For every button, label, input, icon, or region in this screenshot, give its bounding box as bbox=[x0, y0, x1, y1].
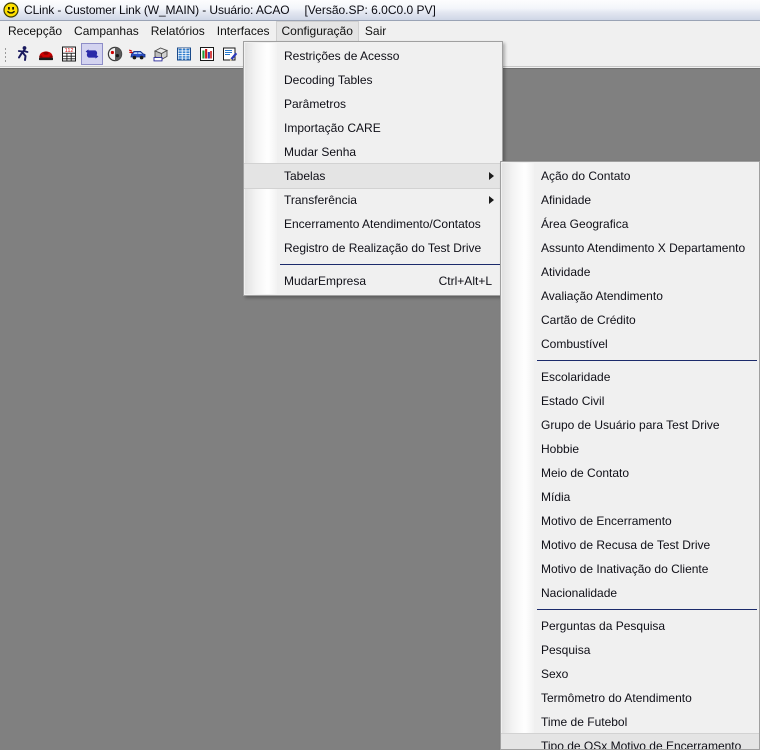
menu-bar: Recepção Campanhas Relatórios Interfaces… bbox=[0, 21, 760, 41]
menu-item-label: Perguntas da Pesquisa bbox=[541, 619, 666, 633]
grid-table-icon[interactable] bbox=[173, 43, 195, 65]
menu-item-label: Mudar Senha bbox=[284, 145, 357, 159]
menu-item-sexo[interactable]: Sexo bbox=[501, 662, 759, 686]
menu-item-label: Afinidade bbox=[541, 193, 592, 207]
menu-separator bbox=[537, 360, 757, 361]
menu-item-tipo-de-os-x-motivo-de-encerramento[interactable]: Tipo de OSx Motivo de Encerramento bbox=[501, 733, 759, 750]
smiley-face-icon bbox=[3, 2, 19, 18]
menu-item-label: MudarEmpresa bbox=[284, 274, 367, 288]
menu-item-label: Nacionalidade bbox=[541, 586, 618, 600]
menu-item-hobbie[interactable]: Hobbie bbox=[501, 437, 759, 461]
menu-separator bbox=[537, 609, 757, 610]
menu-item-label: Termômetro do Atendimento bbox=[541, 691, 692, 705]
calculator-icon[interactable]: 1 1 2 bbox=[58, 43, 80, 65]
tabelas-submenu: Ação do Contato Afinidade Área Geografic… bbox=[500, 161, 760, 750]
car-icon[interactable] bbox=[127, 43, 149, 65]
menu-separator bbox=[280, 264, 500, 265]
menu-item-afinidade[interactable]: Afinidade bbox=[501, 188, 759, 212]
menu-item-motivo-de-encerramento[interactable]: Motivo de Encerramento bbox=[501, 509, 759, 533]
menu-item-label: Área Geografica bbox=[541, 217, 629, 231]
menu-item-combustivel[interactable]: Combustível bbox=[501, 332, 759, 356]
menu-item-estado-civil[interactable]: Estado Civil bbox=[501, 389, 759, 413]
menu-item-label: Motivo de Inativação do Cliente bbox=[541, 562, 709, 576]
menu-item-label: Combustível bbox=[541, 337, 608, 351]
menu-item-time-de-futebol[interactable]: Time de Futebol bbox=[501, 710, 759, 734]
refresh-cycle-icon[interactable] bbox=[81, 42, 103, 65]
menu-item-acao-do-contato[interactable]: Ação do Contato bbox=[501, 164, 759, 188]
menu-item-midia[interactable]: Mídia bbox=[501, 485, 759, 509]
menu-item-label: Pesquisa bbox=[541, 643, 591, 657]
menu-item-area-geografica[interactable]: Área Geografica bbox=[501, 212, 759, 236]
menu-item-label: Parâmetros bbox=[284, 97, 347, 111]
menu-item-label: Importação CARE bbox=[284, 121, 381, 135]
menu-item-label: Assunto Atendimento X Departamento bbox=[541, 241, 746, 255]
no-entry-sign-icon[interactable] bbox=[104, 43, 126, 65]
chevron-right-icon bbox=[489, 172, 494, 180]
menu-item-termometro-do-atendimento[interactable]: Termômetro do Atendimento bbox=[501, 686, 759, 710]
menu-item-encerramento-atendimento-contatos[interactable]: Encerramento Atendimento/Contatos bbox=[244, 212, 502, 236]
menu-item-label: Meio de Contato bbox=[541, 466, 630, 480]
menu-item-nacionalidade[interactable]: Nacionalidade bbox=[501, 581, 759, 605]
window-title: CLink - Customer Link (W_MAIN) - Usuário… bbox=[24, 3, 290, 17]
menu-item-label: Mídia bbox=[541, 490, 571, 504]
menu-item-assunto-atendimento-x-departamento[interactable]: Assunto Atendimento X Departamento bbox=[501, 236, 759, 260]
menu-item-label: Motivo de Recusa de Test Drive bbox=[541, 538, 711, 552]
menu-item-transferencia[interactable]: Transferência bbox=[244, 188, 502, 212]
menu-item-pesquisa[interactable]: Pesquisa bbox=[501, 638, 759, 662]
menu-item-importacao-care[interactable]: Importação CARE bbox=[244, 116, 502, 140]
configuracao-dropdown-menu: Restrições de Acesso Decoding Tables Par… bbox=[243, 41, 503, 296]
bar-chart-icon[interactable] bbox=[196, 43, 218, 65]
menu-item-label: Tipo de OSx Motivo de Encerramento bbox=[541, 739, 742, 750]
application-window: CLink - Customer Link (W_MAIN) - Usuário… bbox=[0, 0, 760, 750]
menubar-item-recepcao[interactable]: Recepção bbox=[2, 21, 68, 41]
menu-item-mudar-empresa[interactable]: MudarEmpresa Ctrl+Alt+L bbox=[244, 269, 502, 293]
menu-item-avaliacao-atendimento[interactable]: Avaliação Atendimento bbox=[501, 284, 759, 308]
telephone-icon[interactable] bbox=[35, 43, 57, 65]
menu-item-label: Encerramento Atendimento/Contatos bbox=[284, 217, 481, 231]
title-bar: CLink - Customer Link (W_MAIN) - Usuário… bbox=[0, 0, 760, 21]
menu-item-parametros[interactable]: Parâmetros bbox=[244, 92, 502, 116]
menu-item-escolaridade[interactable]: Escolaridade bbox=[501, 365, 759, 389]
menu-item-motivo-de-recusa-de-test-drive[interactable]: Motivo de Recusa de Test Drive bbox=[501, 533, 759, 557]
menu-item-decoding-tables[interactable]: Decoding Tables bbox=[244, 68, 502, 92]
menu-item-label: Registro de Realização do Test Drive bbox=[284, 241, 482, 255]
menu-item-accelerator: Ctrl+Alt+L bbox=[438, 274, 492, 288]
menu-item-label: Decoding Tables bbox=[284, 73, 373, 87]
menu-item-perguntas-da-pesquisa[interactable]: Perguntas da Pesquisa bbox=[501, 614, 759, 638]
menu-item-label: Escolaridade bbox=[541, 370, 611, 384]
menubar-item-configuracao[interactable]: Configuração bbox=[275, 21, 359, 41]
menubar-item-relatorios[interactable]: Relatórios bbox=[145, 21, 211, 41]
window-version: [Versão.SP: 6.0C0.0 PV] bbox=[304, 3, 436, 17]
menu-item-label: Estado Civil bbox=[541, 394, 605, 408]
menu-item-label: Transferência bbox=[284, 193, 357, 207]
menu-item-label: Avaliação Atendimento bbox=[541, 289, 663, 303]
menubar-item-campanhas[interactable]: Campanhas bbox=[68, 21, 145, 41]
menu-item-label: Motivo de Encerramento bbox=[541, 514, 672, 528]
menu-item-label: Restrições de Acesso bbox=[284, 49, 400, 63]
menu-item-label: Time de Futebol bbox=[541, 715, 628, 729]
menu-item-label: Ação do Contato bbox=[541, 169, 631, 183]
menu-item-label: Cartão de Crédito bbox=[541, 313, 636, 327]
menu-item-tabelas[interactable]: Tabelas bbox=[244, 163, 502, 189]
running-man-icon[interactable] bbox=[12, 43, 34, 65]
menu-item-restricoes-de-acesso[interactable]: Restrições de Acesso bbox=[244, 44, 502, 68]
package-box-icon[interactable] bbox=[150, 43, 172, 65]
menu-item-mudar-senha[interactable]: Mudar Senha bbox=[244, 140, 502, 164]
menu-item-grupo-de-usuario-para-test-drive[interactable]: Grupo de Usuário para Test Drive bbox=[501, 413, 759, 437]
menu-item-label: Grupo de Usuário para Test Drive bbox=[541, 418, 720, 432]
menu-item-label: Atividade bbox=[541, 265, 591, 279]
menu-item-registro-de-realizacao-do-test-drive[interactable]: Registro de Realização do Test Drive bbox=[244, 236, 502, 260]
toolbar-grip-handle[interactable] bbox=[3, 45, 8, 62]
menu-item-meio-de-contato[interactable]: Meio de Contato bbox=[501, 461, 759, 485]
menu-item-atividade[interactable]: Atividade bbox=[501, 260, 759, 284]
menubar-item-sair[interactable]: Sair bbox=[359, 21, 392, 41]
menubar-item-interfaces[interactable]: Interfaces bbox=[211, 21, 276, 41]
menu-item-label: Hobbie bbox=[541, 442, 580, 456]
edit-pencil-icon[interactable] bbox=[219, 43, 241, 65]
menu-item-label: Tabelas bbox=[284, 169, 326, 183]
menu-item-label: Sexo bbox=[541, 667, 569, 681]
menu-item-motivo-de-inativacao-do-cliente[interactable]: Motivo de Inativação do Cliente bbox=[501, 557, 759, 581]
menu-item-cartao-de-credito[interactable]: Cartão de Crédito bbox=[501, 308, 759, 332]
chevron-right-icon bbox=[489, 196, 494, 204]
